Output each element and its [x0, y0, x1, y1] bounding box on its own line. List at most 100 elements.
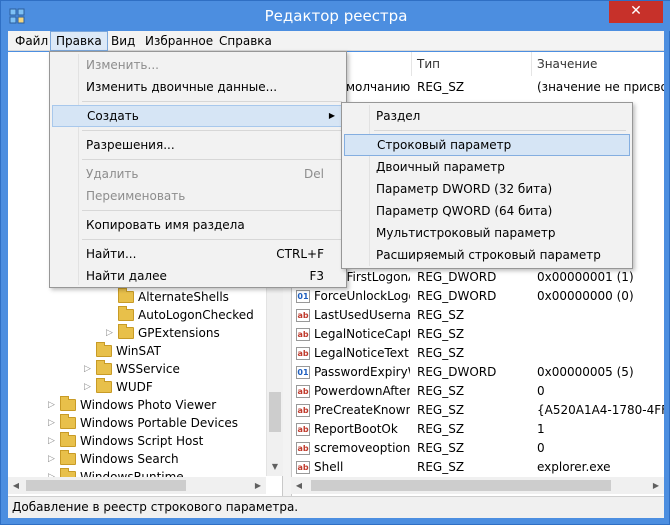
- expand-arrow-icon[interactable]: ▷: [48, 450, 60, 468]
- menu-separator: [82, 101, 342, 102]
- value-data: 0x00000005 (5): [537, 365, 634, 379]
- submenu-expandable-string-value[interactable]: Расширяемый строковый параметр: [344, 244, 630, 266]
- close-button[interactable]: ✕: [609, 1, 663, 23]
- folder-icon: [60, 414, 76, 429]
- tree-item[interactable]: WinSAT: [84, 342, 161, 360]
- status-bar: Добавление в реестр строкового параметра…: [8, 496, 664, 518]
- tree-item[interactable]: ▷ Windows Portable Devices: [48, 414, 238, 432]
- value-type: REG_DWORD: [417, 289, 497, 303]
- value-row[interactable]: ab(По умолчанию)REG_SZ(значение не присв…: [292, 78, 664, 97]
- value-row[interactable]: ab PreCreateKnownFolders REG_SZ {A520A1A4-1…: [292, 401, 664, 420]
- menu-create[interactable]: Создать ▶: [52, 105, 344, 127]
- submenu-arrow-icon: ▶: [328, 111, 335, 120]
- menu-item-label: Изменить двоичные данные...: [86, 80, 278, 94]
- value-row[interactable]: 01 ForceUnlockLogon REG_DWORD 0x00000000 (0…: [292, 287, 664, 306]
- value-data: 1: [537, 422, 545, 436]
- tree-item[interactable]: ▷ WSService: [84, 360, 180, 378]
- menu-find[interactable]: Найти... CTRL+F: [52, 243, 344, 265]
- menu-item-label: Изменить...: [86, 58, 159, 72]
- tree-item[interactable]: ▷ GPExtensions: [106, 324, 220, 342]
- registry-editor-window: Редактор реестра ✕ Файл Правка Вид Избра…: [0, 0, 670, 525]
- tree-item[interactable]: AlternateShells: [106, 288, 229, 306]
- title-bar[interactable]: Редактор реестра ✕: [1, 1, 670, 31]
- menu-help[interactable]: Справка: [214, 31, 277, 51]
- tree-item[interactable]: ▷ WUDF: [84, 378, 153, 396]
- value-data: 0x00000001 (1): [537, 270, 634, 284]
- scroll-right-icon[interactable]: ▶: [250, 477, 266, 494]
- submenu-string-value[interactable]: Строковый параметр: [344, 134, 630, 156]
- value-row[interactable]: ab Shell REG_SZ explorer.exe: [292, 458, 664, 477]
- expand-arrow-icon[interactable]: ▷: [84, 378, 96, 396]
- submenu-binary-value[interactable]: Двоичный параметр: [344, 156, 630, 178]
- value-data: (значение не присвоено): [537, 80, 664, 94]
- value-name-cell: 01 ForceUnlockLogon: [296, 287, 410, 306]
- value-row[interactable]: ab LastUsedUsername REG_SZ: [292, 306, 664, 325]
- value-row[interactable]: ab LegalNoticeText REG_SZ: [292, 344, 664, 363]
- folder-icon: [96, 342, 112, 357]
- edit-menu-dropdown: Изменить... Изменить двоичные данные... Со…: [49, 51, 347, 288]
- expand-arrow-icon[interactable]: ▷: [84, 360, 96, 378]
- menu-shortcut: CTRL+F: [276, 247, 324, 261]
- submenu-multistring-value[interactable]: Мультистроковый параметр: [344, 222, 630, 244]
- menu-edit[interactable]: Правка: [50, 31, 108, 51]
- value-row[interactable]: ab scremoveoption REG_SZ 0: [292, 439, 664, 458]
- tree-item-label: Windows Script Host: [80, 434, 204, 448]
- menu-item-label: Найти далее: [86, 269, 167, 283]
- tree-vscroll-thumb[interactable]: [269, 392, 281, 432]
- expand-arrow-icon[interactable]: ▷: [48, 432, 60, 450]
- expand-arrow-icon[interactable]: ▷: [48, 396, 60, 414]
- value-type: REG_SZ: [417, 460, 465, 474]
- value-name: LegalNoticeText: [314, 346, 409, 360]
- value-row[interactable]: 01 PasswordExpiryWarning REG_DWORD 0x000000…: [292, 363, 664, 382]
- value-row[interactable]: ab PowerdownAfterShutdown REG_SZ 0: [292, 382, 664, 401]
- submenu-item-label: Двоичный параметр: [376, 160, 505, 174]
- menu-file[interactable]: Файл: [10, 31, 53, 51]
- expand-arrow-icon[interactable]: ▷: [48, 414, 60, 432]
- tree-item-label: Windows Portable Devices: [80, 416, 238, 430]
- value-name-cell: ab ReportBootOk: [296, 420, 410, 439]
- value-name-cell: ab PreCreateKnownFolders: [296, 401, 410, 420]
- menu-modify-binary[interactable]: Изменить двоичные данные...: [52, 76, 344, 98]
- list-scroll-right-icon[interactable]: ▶: [648, 477, 664, 494]
- list-horizontal-scrollbar[interactable]: ◀ ▶: [291, 477, 664, 494]
- submenu-qword-value[interactable]: Параметр QWORD (64 бита): [344, 200, 630, 222]
- tree-item[interactable]: ▷ Windows Search: [48, 450, 179, 468]
- menu-view[interactable]: Вид: [106, 31, 140, 51]
- list-hscroll-thumb[interactable]: [311, 480, 611, 491]
- menu-delete: Удалить Del: [52, 163, 344, 185]
- submenu-key[interactable]: Раздел: [344, 105, 630, 127]
- scroll-left-icon[interactable]: ◀: [8, 477, 24, 494]
- menu-favorites[interactable]: Избранное: [140, 31, 218, 51]
- tree-horizontal-scrollbar[interactable]: ◀ ▶: [8, 477, 266, 494]
- tree-hscroll-thumb[interactable]: [26, 480, 186, 491]
- value-row[interactable]: ab LegalNoticeCaption REG_SZ: [292, 325, 664, 344]
- value-type: REG_SZ: [417, 441, 465, 455]
- menu-item-label: Переименовать: [86, 189, 186, 203]
- tree-item[interactable]: ▷ Windows Script Host: [48, 432, 203, 450]
- value-name: PasswordExpiryWarning: [314, 365, 410, 379]
- tree-item[interactable]: ▷ Windows Photo Viewer: [48, 396, 216, 414]
- value-row[interactable]: ab ReportBootOk REG_SZ 1: [292, 420, 664, 439]
- submenu-dword-value[interactable]: Параметр DWORD (32 бита): [344, 178, 630, 200]
- tree-item[interactable]: AutoLogonChecked: [106, 306, 254, 324]
- menu-find-next[interactable]: Найти далее F3: [52, 265, 344, 287]
- value-type: REG_DWORD: [417, 365, 497, 379]
- value-type: REG_SZ: [417, 422, 465, 436]
- menu-copy-key-name[interactable]: Копировать имя раздела: [52, 214, 344, 236]
- menu-item-label: Разрешения...: [86, 138, 175, 152]
- column-header-type[interactable]: Тип: [412, 52, 532, 76]
- expand-arrow-icon[interactable]: ▷: [106, 324, 118, 342]
- tree-item-label: WSService: [116, 362, 180, 376]
- menu-permissions[interactable]: Разрешения...: [52, 134, 344, 156]
- tree-item-label: GPExtensions: [138, 326, 220, 340]
- value-type: REG_SZ: [417, 80, 465, 94]
- value-name: ForceUnlockLogon: [314, 289, 410, 303]
- column-header-value[interactable]: Значение: [532, 52, 664, 76]
- submenu-item-label: Строковый параметр: [377, 138, 512, 152]
- scroll-down-icon[interactable]: ▼: [267, 458, 283, 475]
- tree-item-label: Windows Search: [80, 452, 179, 466]
- value-row[interactable]: 01ForceFirstLogonAnimationREG_DWORD0x000…: [292, 268, 664, 287]
- value-data: 0x00000000 (0): [537, 289, 634, 303]
- value-name-cell: ab PowerdownAfterShutdown: [296, 382, 410, 401]
- list-scroll-left-icon[interactable]: ◀: [291, 477, 307, 494]
